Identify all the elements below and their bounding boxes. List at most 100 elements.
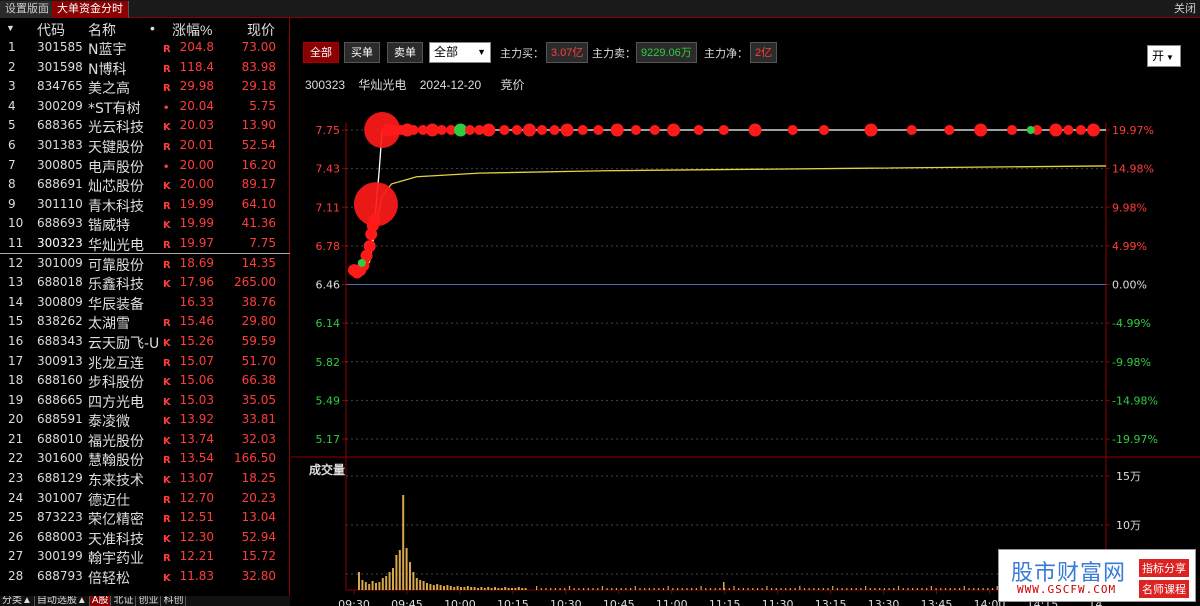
volume-bar bbox=[709, 588, 712, 590]
row-index: 7 bbox=[8, 157, 16, 172]
bottom-tab[interactable]: 北证 bbox=[111, 596, 137, 606]
pct-tick-label: 9.98% bbox=[1112, 201, 1147, 214]
table-row[interactable]: 14 300809 华辰装备 16.33 38.76 bbox=[0, 293, 290, 313]
table-row[interactable]: 22 301600 慧翰股份 R 13.54 166.50 bbox=[0, 449, 290, 469]
order-bubble bbox=[511, 125, 522, 135]
time-tick-label: 11:00 bbox=[656, 598, 688, 606]
row-pct: 11.83 bbox=[179, 569, 214, 584]
row-pct: 20.04 bbox=[179, 98, 214, 113]
volume-bar bbox=[490, 588, 493, 590]
volume-bar bbox=[789, 588, 791, 590]
row-price: 52.54 bbox=[241, 137, 276, 152]
table-row[interactable]: 13 688018 乐鑫科技 K 17.96 265.00 bbox=[0, 273, 290, 293]
table-row[interactable]: 17 300913 兆龙互连 R 15.07 51.70 bbox=[0, 352, 290, 372]
table-row[interactable]: 2 301598 N博科 R 118.4 83.98 bbox=[0, 58, 290, 78]
table-row[interactable]: 7 300805 电声股份 • 20.00 16.20 bbox=[0, 156, 290, 176]
bottom-tab[interactable]: 科创 bbox=[161, 596, 187, 606]
table-row[interactable]: 11 300323 华灿光电 R 19.97 7.75 bbox=[0, 234, 290, 254]
row-name: 翰宇药业 bbox=[88, 551, 144, 568]
volume-bar bbox=[949, 588, 951, 590]
table-row[interactable]: 12 301009 可靠股份 R 18.69 14.35 bbox=[0, 254, 290, 274]
volume-bar bbox=[453, 587, 456, 590]
bottom-tab[interactable]: A股 bbox=[89, 596, 112, 606]
sort-arrow-icon[interactable]: ▼ bbox=[6, 23, 15, 33]
close-button[interactable]: 关闭 bbox=[1174, 1, 1196, 17]
table-row[interactable]: 28 688793 倍轻松 K 11.83 32.80 bbox=[0, 567, 290, 587]
table-row[interactable]: 10 688693 锴威特 K 19.99 41.36 bbox=[0, 214, 290, 234]
row-flag: R bbox=[163, 83, 171, 95]
row-code: 688591 bbox=[37, 412, 83, 427]
table-row[interactable]: 9 301110 青木科技 R 19.99 64.10 bbox=[0, 195, 290, 215]
header-dot: • bbox=[150, 20, 155, 36]
table-row[interactable]: 25 873223 荣亿精密 R 12.51 13.04 bbox=[0, 508, 290, 528]
pct-tick-label: -4.99% bbox=[1112, 317, 1151, 330]
table-row[interactable]: 26 688003 天准科技 K 12.30 52.94 bbox=[0, 528, 290, 548]
table-row[interactable]: 24 301007 德迈仕 R 12.70 20.23 bbox=[0, 489, 290, 509]
row-pct: 19.99 bbox=[179, 196, 214, 211]
row-price: 265.00 bbox=[234, 275, 276, 290]
row-price: 73.00 bbox=[241, 40, 276, 54]
volume-bar bbox=[639, 588, 641, 590]
row-index: 12 bbox=[8, 255, 24, 270]
table-row[interactable]: 23 688129 东来技术 K 13.07 18.25 bbox=[0, 469, 290, 489]
order-bubble bbox=[537, 125, 547, 135]
row-index: 1 bbox=[8, 40, 16, 54]
row-name: 云天励飞-U bbox=[88, 335, 160, 352]
volume-bar bbox=[578, 588, 580, 590]
volume-bar bbox=[841, 588, 843, 590]
stock-rows: 1 301585 N蓝宇 R 204.8 73.00 2 301598 N博科 R 118.4 83.… bbox=[0, 38, 290, 587]
volume-bar bbox=[398, 550, 401, 590]
order-bubble bbox=[906, 125, 917, 135]
row-price: 33.81 bbox=[241, 412, 276, 427]
price-tick-label: 5.49 bbox=[316, 394, 341, 407]
row-flag: K bbox=[163, 181, 171, 193]
bottom-tab[interactable]: 创业 bbox=[136, 596, 162, 606]
table-row[interactable]: 19 688665 四方光电 K 15.03 35.05 bbox=[0, 391, 290, 411]
row-name: 天键股份 bbox=[88, 139, 144, 156]
row-code: 834765 bbox=[37, 79, 83, 94]
volume-bar bbox=[422, 581, 425, 590]
volume-bar bbox=[865, 586, 867, 590]
header-name[interactable]: 名称 bbox=[88, 20, 116, 40]
row-pct: 29.98 bbox=[179, 79, 214, 94]
bottom-tab[interactable]: 自动选股▲ bbox=[35, 596, 90, 606]
volume-bar bbox=[388, 572, 391, 590]
row-index: 20 bbox=[8, 412, 24, 427]
table-row[interactable]: 21 688010 福光股份 K 13.74 32.03 bbox=[0, 430, 290, 450]
table-row[interactable]: 20 688591 泰凌微 K 13.92 33.81 bbox=[0, 410, 290, 430]
table-row[interactable]: 1 301585 N蓝宇 R 204.8 73.00 bbox=[0, 38, 290, 58]
volume-bar bbox=[667, 586, 669, 590]
row-pct: 17.96 bbox=[179, 275, 214, 290]
row-code: 838262 bbox=[37, 314, 83, 329]
volume-bar bbox=[378, 582, 381, 590]
time-tick-label: 13:45 bbox=[921, 598, 953, 606]
row-index: 14 bbox=[8, 294, 24, 309]
row-code: 688129 bbox=[37, 471, 83, 486]
pct-tick-label: 19.97% bbox=[1112, 124, 1154, 137]
header-price[interactable]: 现价 bbox=[247, 20, 275, 40]
table-row[interactable]: 16 688343 云天励飞-U K 15.26 59.59 bbox=[0, 332, 290, 352]
header-code[interactable]: 代码 bbox=[37, 20, 65, 40]
row-flag: R bbox=[163, 357, 171, 369]
bottom-tab[interactable]: 分类▲ bbox=[0, 596, 35, 606]
header-pct[interactable]: 涨幅% bbox=[172, 20, 212, 40]
table-row[interactable]: 5 688365 光云科技 K 20.03 13.90 bbox=[0, 116, 290, 136]
volume-bar bbox=[822, 588, 824, 590]
tab-large-order-flow[interactable]: 大单资金分时 bbox=[52, 1, 129, 18]
top-tab-bar: 设置版面 大单资金分时 关闭 bbox=[0, 0, 1200, 18]
volume-bar bbox=[470, 587, 473, 590]
pct-tick-label: 4.99% bbox=[1112, 240, 1147, 253]
time-tick-label: 11:15 bbox=[709, 598, 741, 606]
table-row[interactable]: 3 834765 美之高 R 29.98 29.18 bbox=[0, 77, 290, 97]
table-row[interactable]: 8 688691 灿芯股份 K 20.00 89.17 bbox=[0, 175, 290, 195]
order-bubble bbox=[522, 123, 536, 137]
table-row[interactable]: 4 300209 *ST有树 • 20.04 5.75 bbox=[0, 97, 290, 117]
table-row[interactable]: 27 300199 翰宇药业 R 12.21 15.72 bbox=[0, 547, 290, 567]
table-row[interactable]: 15 838262 太湖雪 R 15.46 29.80 bbox=[0, 312, 290, 332]
volume-bar bbox=[568, 586, 571, 590]
table-row[interactable]: 6 301383 天键股份 R 20.01 52.54 bbox=[0, 136, 290, 156]
volume-bar bbox=[902, 588, 904, 590]
tab-layout-settings[interactable]: 设置版面 bbox=[0, 1, 55, 18]
volume-bar bbox=[483, 588, 486, 590]
table-row[interactable]: 18 688160 步科股份 K 15.06 66.38 bbox=[0, 371, 290, 391]
